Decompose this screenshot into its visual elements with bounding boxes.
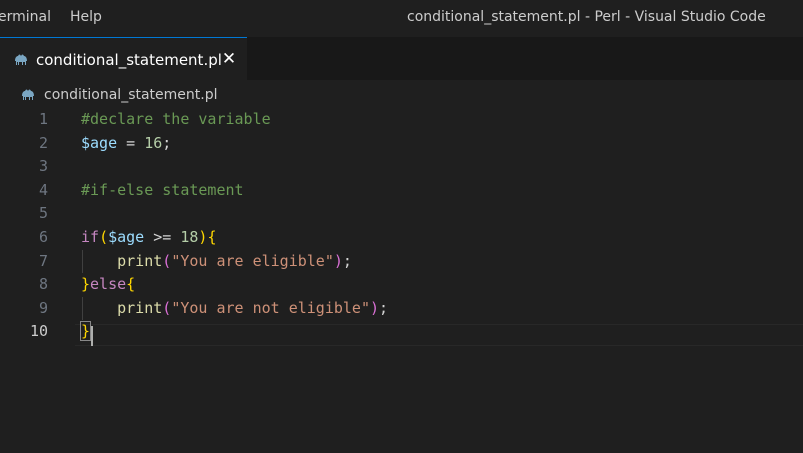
line-number: 3 <box>38 157 48 176</box>
perl-camel-icon <box>15 54 27 65</box>
code-token: } <box>81 275 91 294</box>
text-cursor <box>91 326 93 346</box>
line-number: 7 <box>38 251 48 270</box>
code-token: print <box>117 298 163 317</box>
code-text: #if-else statement <box>81 179 244 203</box>
code-line[interactable]: 1 #declare the variable <box>0 108 803 132</box>
code-token: "You are not eligible" <box>171 298 370 317</box>
code-token: { <box>207 228 217 246</box>
code-text: if($age >= 18){ <box>81 226 216 250</box>
code-token: 16 <box>144 133 163 152</box>
tab-bar: conditional_statement.pl ✕ <box>0 37 803 81</box>
breadcrumb-file[interactable]: conditional_statement.pl <box>44 87 218 103</box>
code-token: ; <box>342 251 352 270</box>
line-number: 8 <box>38 275 48 294</box>
code-line[interactable]: 7 print("You are eligible"); <box>0 250 803 274</box>
line-number: 5 <box>38 204 48 223</box>
code-token: ( <box>99 228 109 246</box>
code-text: print("You are eligible"); <box>81 250 352 274</box>
code-text: } <box>79 320 92 344</box>
code-token: ) <box>370 298 380 317</box>
close-icon[interactable]: ✕ <box>219 49 239 69</box>
code-line[interactable]: 5 <box>0 202 803 226</box>
code-line[interactable]: 2 $age = 16; <box>0 132 803 156</box>
code-line[interactable]: 4 #if-else statement <box>0 179 803 203</box>
tab-conditional-statement[interactable]: conditional_statement.pl ✕ <box>0 37 247 80</box>
line-number: 6 <box>38 228 48 246</box>
menu-help[interactable]: Help <box>70 9 102 25</box>
line-number: 1 <box>38 110 48 128</box>
menu-terminal[interactable]: erminal <box>0 9 51 25</box>
code-line[interactable]: 8}else{ <box>0 273 803 297</box>
code-text: }else{ <box>81 273 135 297</box>
code-token: ; <box>379 298 389 317</box>
code-token: $age <box>81 133 118 152</box>
code-token: 18 <box>180 228 199 246</box>
window-title: conditional_statement.pl - Perl - Visual… <box>407 9 766 25</box>
code-token: "You are eligible" <box>171 251 334 270</box>
code-token: if <box>81 228 100 246</box>
line-number: 2 <box>38 133 48 152</box>
code-token: ; <box>162 133 172 152</box>
code-line[interactable]: 6 if($age >= 18){ <box>0 226 803 250</box>
line-number: 10 <box>29 322 48 341</box>
code-token: $age <box>108 228 145 246</box>
code-text: print("You are not eligible"); <box>81 297 388 321</box>
code-token: #if-else statement <box>81 180 244 199</box>
tab-label: conditional_statement.pl <box>36 51 222 69</box>
line-number: 4 <box>38 180 48 199</box>
code-token: = <box>117 133 145 152</box>
code-editor[interactable]: 1 #declare the variable 2 $age = 16; 3 4 #if-e… <box>0 108 803 453</box>
perl-camel-icon <box>22 89 34 100</box>
code-token: { <box>126 275 136 294</box>
code-token: #declare the variable <box>81 110 271 128</box>
code-token: } <box>79 321 92 342</box>
code-token: ( <box>162 251 172 270</box>
code-token: >= <box>144 228 181 246</box>
code-token: ) <box>333 251 343 270</box>
code-line[interactable]: 9 print("You are not eligible"); <box>0 297 803 321</box>
code-text: $age = 16; <box>81 132 171 156</box>
code-line[interactable]: 10} <box>0 320 803 344</box>
line-number: 9 <box>38 298 48 317</box>
breadcrumb: conditional_statement.pl <box>0 80 803 108</box>
code-token: ( <box>162 298 172 317</box>
title-bar: erminal Help conditional_statement.pl - … <box>0 0 803 37</box>
code-line[interactable]: 3 <box>0 155 803 179</box>
code-token: else <box>90 275 127 294</box>
code-text: #declare the variable <box>81 108 271 132</box>
code-token: print <box>117 251 163 270</box>
